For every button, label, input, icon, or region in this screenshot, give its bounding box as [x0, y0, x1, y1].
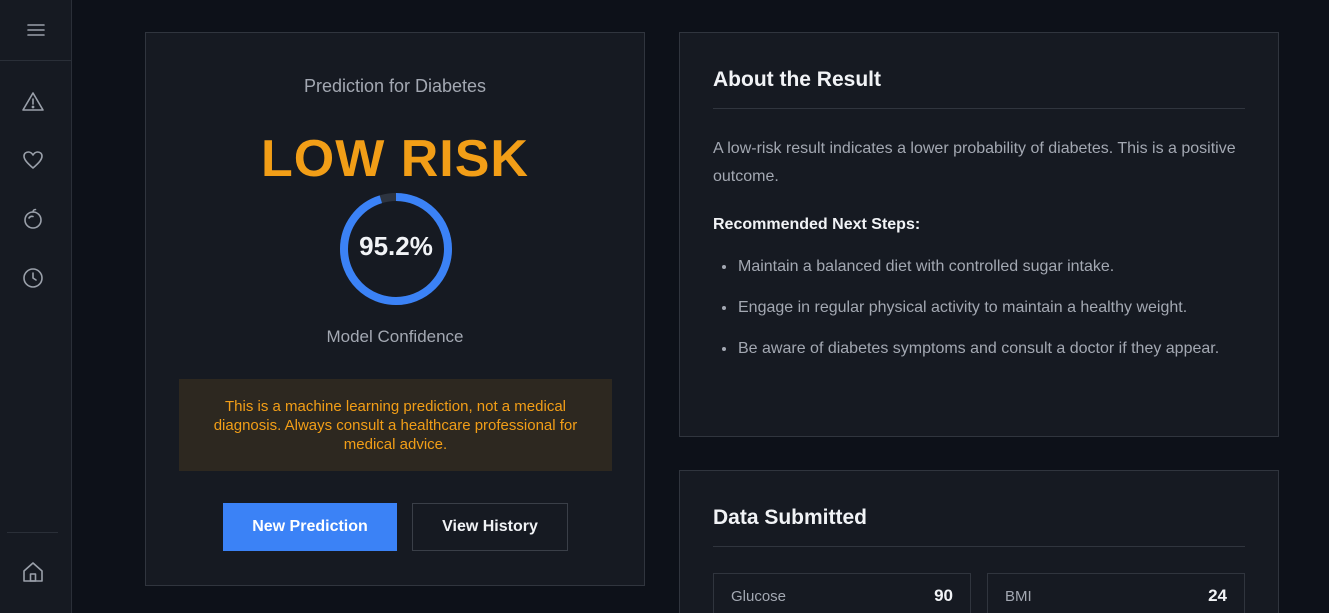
- disclaimer-banner: This is a machine learning prediction, n…: [179, 379, 612, 471]
- prediction-card: Prediction for Diabetes LOW RISK 95.2% M…: [145, 32, 645, 586]
- data-field-bmi: BMI 24: [987, 573, 1245, 613]
- divider: [713, 108, 1245, 109]
- divider: [713, 546, 1245, 547]
- sidebar-item-history[interactable]: [20, 265, 46, 291]
- field-label: BMI: [1005, 588, 1032, 605]
- steps-heading: Recommended Next Steps:: [713, 216, 921, 233]
- alert-triangle-icon: [21, 90, 45, 114]
- view-history-button[interactable]: View History: [412, 503, 568, 551]
- about-heading: About the Result: [713, 68, 881, 91]
- heart-icon: [21, 148, 45, 172]
- apple-icon: [21, 207, 45, 231]
- sidebar-item-home[interactable]: [20, 559, 46, 585]
- sidebar: [0, 0, 72, 613]
- menu-button[interactable]: [0, 0, 71, 61]
- steps-list: Maintain a balanced diet with controlled…: [713, 252, 1253, 375]
- about-text: A low-risk result indicates a lower prob…: [713, 140, 1236, 185]
- home-icon: [21, 560, 45, 584]
- field-label: Glucose: [731, 588, 787, 605]
- clock-icon: [21, 266, 45, 290]
- data-submitted-card: Data Submitted Glucose 90 BMI 24: [679, 470, 1279, 613]
- sidebar-item-nutrition[interactable]: [20, 206, 46, 232]
- new-prediction-button[interactable]: New Prediction: [223, 503, 397, 551]
- data-heading: Data Submitted: [713, 506, 868, 529]
- confidence-gauge: 95.2%: [336, 189, 456, 309]
- hamburger-icon: [26, 22, 46, 38]
- prediction-title: Prediction for Diabetes: [303, 76, 487, 96]
- field-value: 24: [1208, 586, 1227, 605]
- about-result-card: About the Result A low-risk result indic…: [679, 32, 1279, 437]
- confidence-percent: 95.2%: [359, 231, 433, 261]
- sidebar-item-risk[interactable]: [20, 89, 46, 115]
- sidebar-divider: [7, 532, 58, 533]
- data-field-glucose: Glucose 90: [713, 573, 971, 613]
- list-item: Maintain a balanced diet with controlled…: [713, 252, 1253, 281]
- risk-level: LOW RISK: [261, 130, 529, 188]
- sidebar-item-health[interactable]: [20, 147, 46, 173]
- confidence-label: Model Confidence: [326, 327, 464, 346]
- list-item: Be aware of diabetes symptoms and consul…: [713, 334, 1253, 363]
- list-item: Engage in regular physical activity to m…: [713, 293, 1253, 322]
- field-value: 90: [934, 586, 953, 605]
